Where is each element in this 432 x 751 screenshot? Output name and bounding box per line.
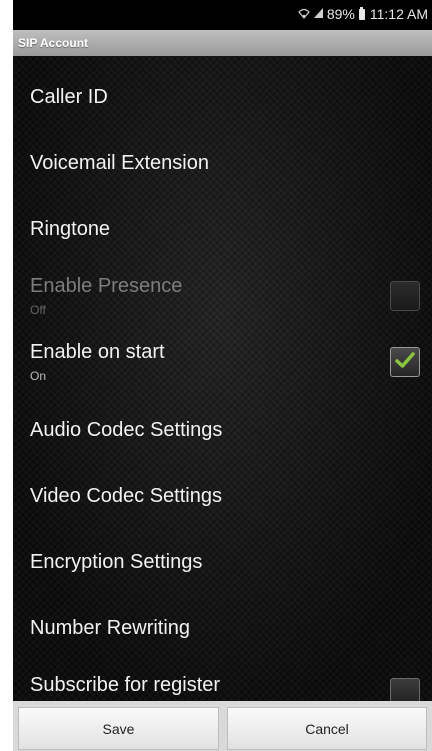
setting-label: Subscribe for register: [30, 674, 221, 696]
setting-voicemail-extension[interactable]: Voicemail Extension: [13, 122, 432, 188]
setting-caller-id[interactable]: Caller ID: [13, 56, 432, 122]
phone-screen: 89% 11:12 AM SIP Account Caller ID Voice…: [13, 0, 432, 751]
setting-label: Ringtone: [30, 218, 111, 240]
setting-enable-on-start[interactable]: Enable on start On: [13, 320, 432, 386]
save-button[interactable]: Save: [18, 707, 219, 750]
setting-label: Voicemail Extension: [30, 152, 209, 174]
setting-label: Caller ID: [30, 86, 108, 108]
button-bar: Save Cancel: [13, 701, 432, 751]
setting-label: Enable on start: [30, 341, 165, 363]
setting-ringtone[interactable]: Ringtone: [13, 188, 432, 254]
cancel-button[interactable]: Cancel: [227, 707, 427, 750]
setting-subscribe-for-register[interactable]: Subscribe for register: [13, 650, 432, 701]
enable-on-start-checkbox[interactable]: [390, 347, 420, 377]
check-icon: [395, 352, 415, 368]
cell-signal-icon: [313, 7, 324, 22]
subscribe-for-register-checkbox[interactable]: [390, 678, 420, 701]
page-title: SIP Account: [13, 30, 432, 56]
clock: 11:12 AM: [369, 6, 428, 22]
setting-summary: Off: [30, 303, 46, 317]
setting-encryption[interactable]: Encryption Settings: [13, 518, 432, 584]
enable-presence-checkbox: [390, 281, 420, 311]
setting-summary: On: [30, 369, 47, 383]
setting-label: Video Codec Settings: [30, 485, 222, 507]
battery-icon: [358, 6, 365, 20]
setting-label: Number Rewriting: [30, 617, 191, 639]
status-indicators: 89% 11:12 AM: [298, 6, 428, 22]
setting-label: Enable Presence: [30, 275, 183, 297]
wifi-icon: [298, 7, 310, 22]
battery-percent: 89%: [326, 6, 355, 22]
setting-enable-presence: Enable Presence Off: [13, 254, 432, 320]
setting-video-codec[interactable]: Video Codec Settings: [13, 452, 432, 518]
status-bar: 89% 11:12 AM: [13, 0, 432, 30]
settings-list[interactable]: Caller ID Voicemail Extension Ringtone E…: [13, 56, 432, 701]
setting-audio-codec[interactable]: Audio Codec Settings: [13, 386, 432, 452]
setting-number-rewriting[interactable]: Number Rewriting: [13, 584, 432, 650]
setting-label: Encryption Settings: [30, 551, 203, 573]
setting-label: Audio Codec Settings: [30, 419, 223, 441]
